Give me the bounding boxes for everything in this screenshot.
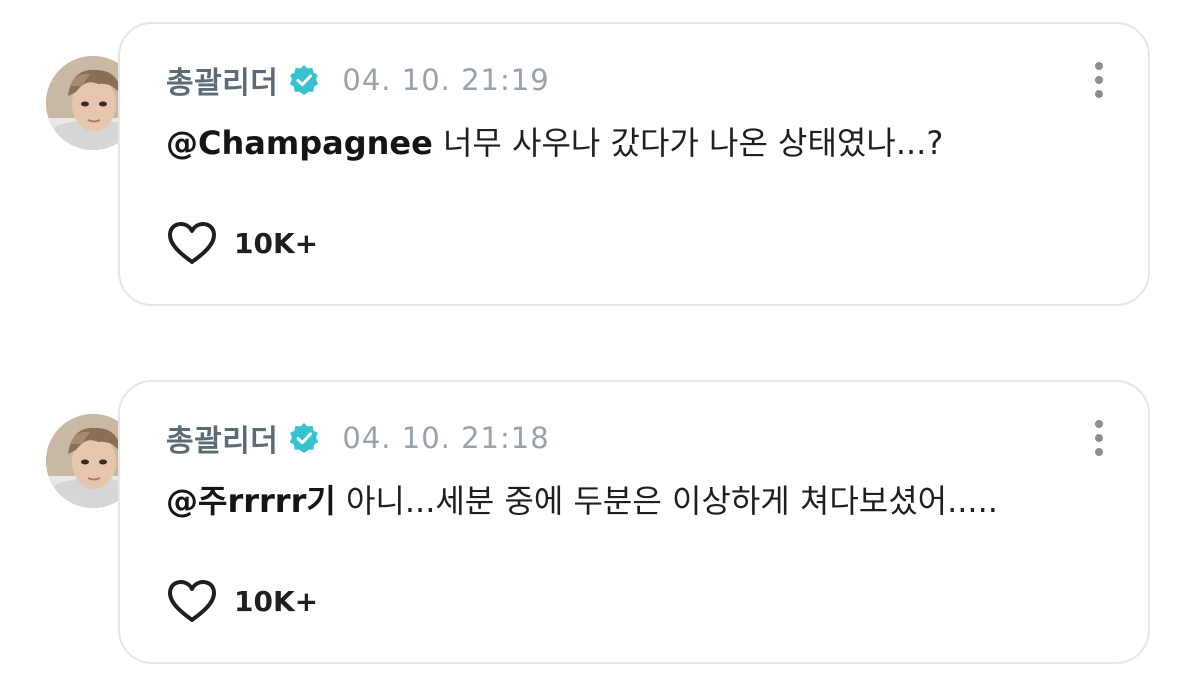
verified-badge-icon [290,65,319,95]
author-name[interactable]: 총괄리더 [166,416,278,460]
comment-card: 총괄리더 04. 10. 21:18 @주rrrrr기 아니...세분 중에 두… [118,380,1150,664]
more-vertical-icon[interactable] [1084,60,1114,100]
like-row: 10K+ [166,578,318,624]
comment-card: 총괄리더 04. 10. 21:19 @Champagnee 너무 사우나 갔다… [118,22,1150,306]
comment-text: @Champagnee 너무 사우나 갔다가 나온 상태였나...? [166,112,1108,174]
like-row: 10K+ [166,220,318,266]
heart-outline-icon[interactable] [166,220,218,266]
timestamp: 04. 10. 21:19 [342,63,550,97]
comment-item: 총괄리더 04. 10. 21:19 @Champagnee 너무 사우나 갔다… [0,0,1200,306]
heart-outline-icon[interactable] [166,578,218,624]
mention-link[interactable]: @주rrrrr기 [166,482,336,520]
comment-text: @주rrrrr기 아니...세분 중에 두분은 이상하게 쳐다보셨어..... [166,470,1108,532]
like-count: 10K+ [234,226,319,260]
comment-body: 너무 사우나 갔다가 나온 상태였나...? [432,124,944,162]
author-name[interactable]: 총괄리더 [166,58,278,102]
comment-body: 아니...세분 중에 두분은 이상하게 쳐다보셨어..... [335,482,998,520]
comment-meta: 총괄리더 04. 10. 21:18 [166,412,1108,464]
comment-meta: 총괄리더 04. 10. 21:19 [166,54,1108,106]
mention-link[interactable]: @Champagnee [166,124,433,162]
verified-badge-icon [290,423,319,453]
like-count: 10K+ [234,584,319,618]
comment-item: 총괄리더 04. 10. 21:18 @주rrrrr기 아니...세분 중에 두… [0,358,1200,664]
timestamp: 04. 10. 21:18 [342,421,550,455]
more-vertical-icon[interactable] [1084,418,1114,458]
